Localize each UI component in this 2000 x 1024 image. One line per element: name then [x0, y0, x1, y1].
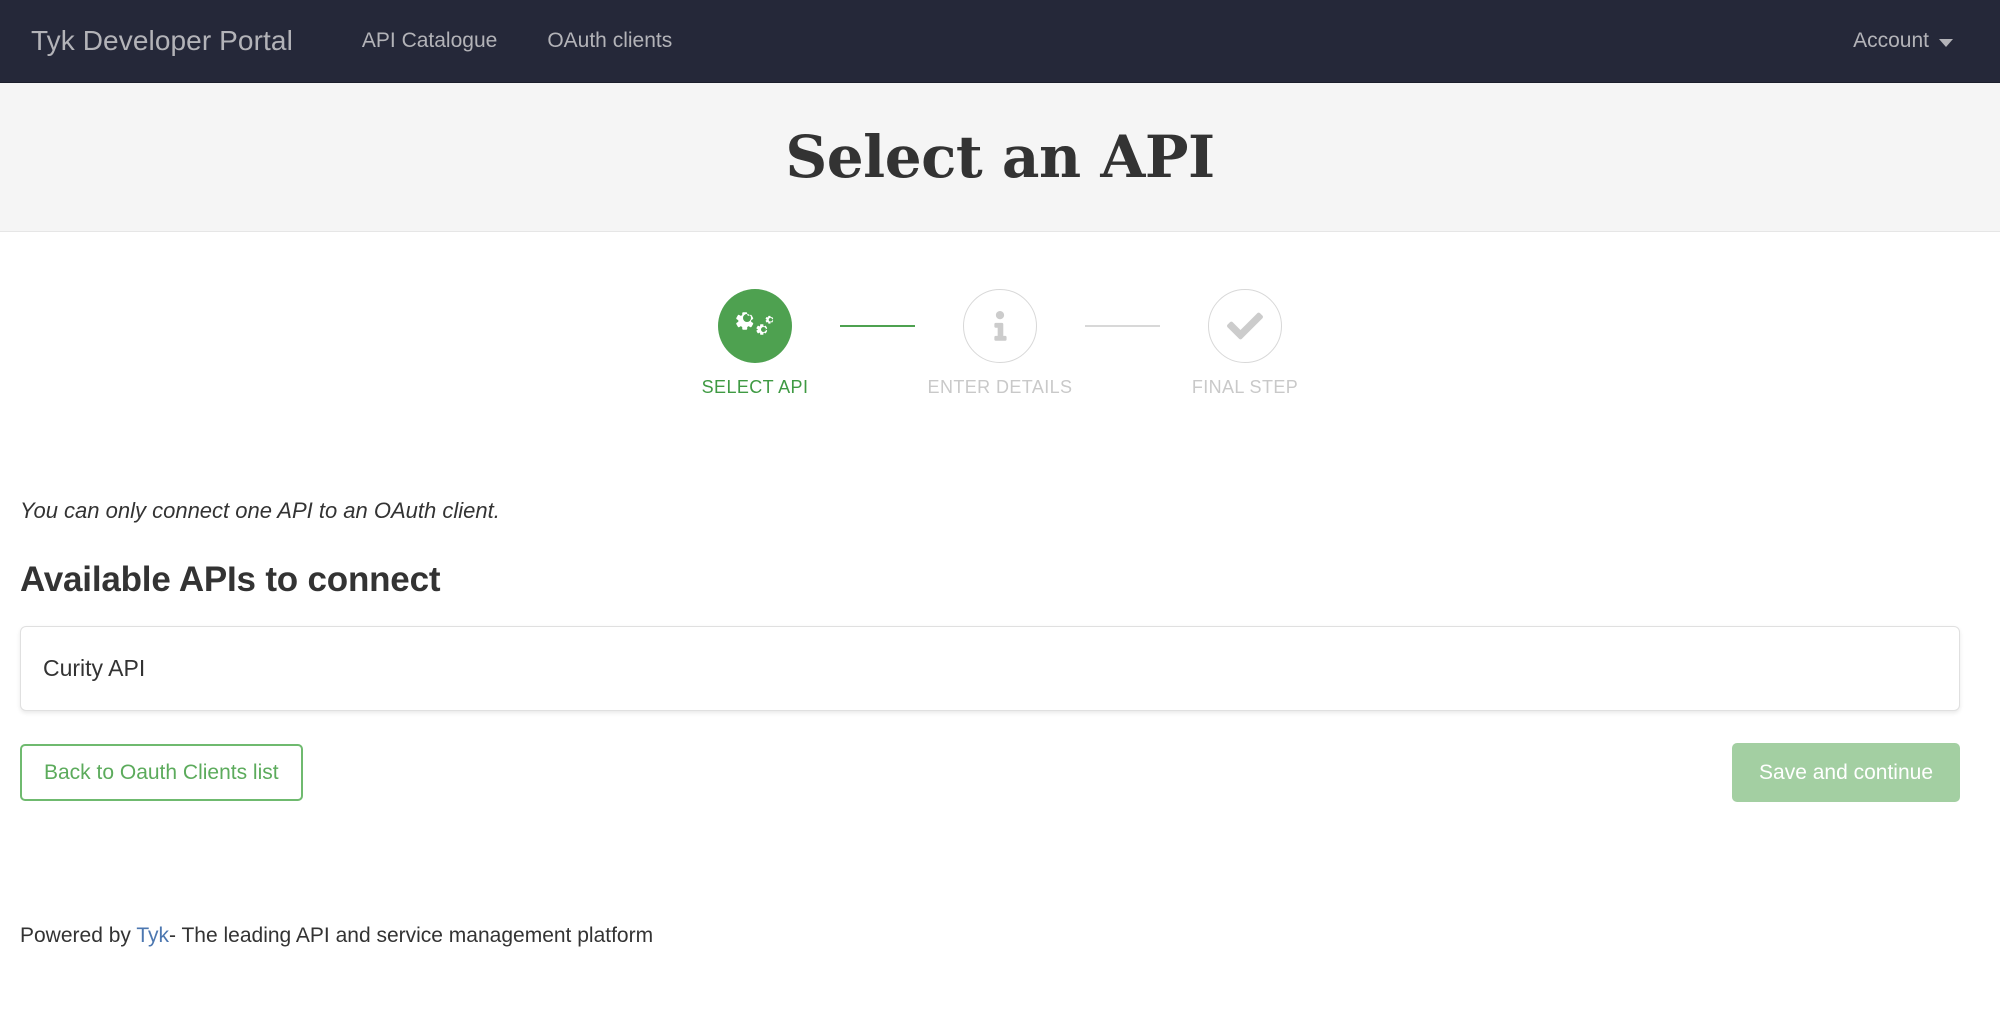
stepper-connector-1	[840, 325, 915, 327]
step-final-step-circle	[1208, 289, 1282, 363]
footer-suffix: - The leading API and service management…	[169, 924, 653, 947]
cogs-icon	[735, 306, 775, 346]
account-menu[interactable]: Account	[1853, 29, 1953, 53]
step-select-api[interactable]: SELECT API	[670, 289, 840, 398]
page-header-band: Select an API	[0, 83, 2000, 232]
available-apis-list: Curity API	[20, 626, 1960, 711]
step-select-api-label: SELECT API	[702, 377, 809, 398]
step-enter-details-label: ENTER DETAILS	[928, 377, 1073, 398]
step-enter-details[interactable]: ENTER DETAILS	[915, 289, 1085, 398]
account-label: Account	[1853, 29, 1929, 53]
section-title: Available APIs to connect	[20, 560, 1980, 600]
top-navbar: Tyk Developer Portal API Catalogue OAuth…	[0, 0, 2000, 83]
info-note: You can only connect one API to an OAuth…	[20, 498, 1980, 524]
progress-stepper: SELECT API ENTER DETAILS FINAL STEP	[670, 289, 1330, 398]
nav-link-oauth-clients[interactable]: OAuth clients	[522, 29, 697, 53]
brand-logo[interactable]: Tyk Developer Portal	[25, 25, 311, 57]
page-title: Select an API	[785, 123, 1214, 191]
footer-prefix: Powered by	[20, 924, 136, 947]
navbar-right: Account	[1853, 29, 1975, 53]
tyk-link[interactable]: Tyk	[136, 924, 169, 947]
stepper-connector-2	[1085, 325, 1160, 327]
chevron-down-icon	[1939, 39, 1953, 47]
footer: Powered by Tyk- The leading API and serv…	[0, 924, 2000, 948]
form-actions: Back to Oauth Clients list Save and cont…	[20, 743, 1960, 802]
nav-link-api-catalogue[interactable]: API Catalogue	[337, 29, 522, 53]
check-icon	[1227, 308, 1263, 344]
nav-links: API Catalogue OAuth clients	[337, 29, 697, 53]
step-final-step-label: FINAL STEP	[1192, 377, 1298, 398]
stepper-container: SELECT API ENTER DETAILS FINAL STEP	[0, 232, 2000, 398]
main-content: You can only connect one API to an OAuth…	[0, 498, 2000, 802]
back-to-oauth-clients-button[interactable]: Back to Oauth Clients list	[20, 744, 303, 801]
step-final-step[interactable]: FINAL STEP	[1160, 289, 1330, 398]
list-item[interactable]: Curity API	[21, 627, 1959, 710]
step-enter-details-circle	[963, 289, 1037, 363]
step-select-api-circle	[718, 289, 792, 363]
save-and-continue-button[interactable]: Save and continue	[1732, 743, 1960, 802]
info-icon	[985, 311, 1015, 341]
